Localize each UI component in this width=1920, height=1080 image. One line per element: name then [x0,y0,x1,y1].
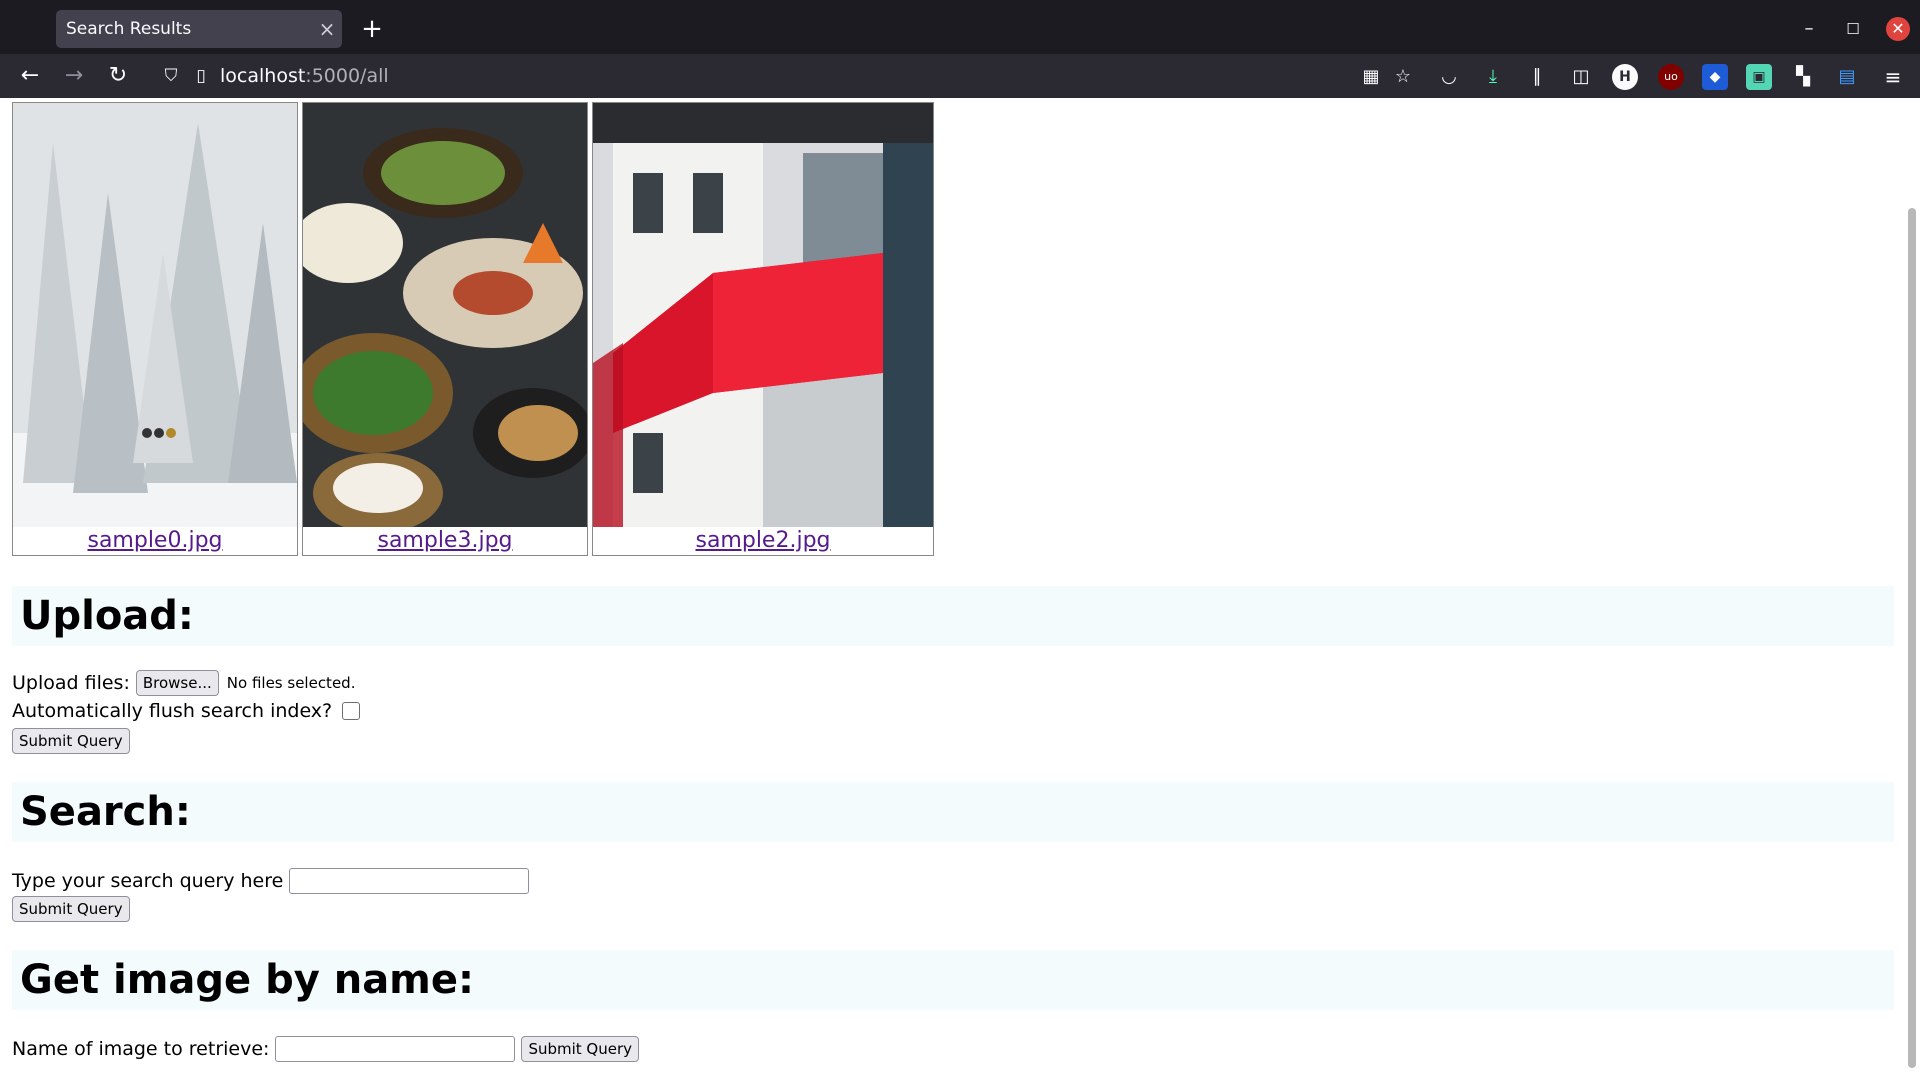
search-heading: Search: [20,789,191,835]
library-icon[interactable]: ∥ [1524,64,1550,90]
tab-title: Search Results [66,19,192,39]
flush-index-checkbox[interactable] [342,702,361,720]
minimize-button[interactable]: – [1792,12,1826,46]
tab-search-results[interactable]: Search Results × [56,10,342,48]
flush-index-row: Automatically flush search index? [12,700,361,722]
url-path: :5000/all [305,65,389,87]
gallery-card: sample0.jpg [12,102,298,556]
get-by-name-section-header: Get image by name: [12,950,1894,1010]
upload-submit-row: Submit Query [12,728,130,754]
upload-submit-button[interactable]: Submit Query [12,728,130,754]
window-close-button[interactable]: ✕ [1886,17,1910,41]
image-name-input[interactable] [275,1036,516,1062]
search-query-row: Type your search query here [12,868,530,894]
upload-heading: Upload: [20,593,194,639]
red-bridge-building-image[interactable] [593,103,933,527]
vertical-scrollbar[interactable] [1908,208,1916,1068]
upload-section-header: Upload: [12,586,1894,646]
maximize-button[interactable]: ☐ [1836,12,1870,46]
title-bar: Search Results × + – ☐ ✕ [0,0,1920,54]
tab-close-icon[interactable]: × [312,17,342,41]
image-link[interactable]: sample0.jpg [87,527,222,555]
gallery-card: sample3.jpg [302,102,588,556]
url-bar[interactable]: ⛉ ▯ localhost:5000/all [160,58,1410,94]
reload-button[interactable]: ↻ [102,60,134,92]
food-bowls-image[interactable] [303,103,587,527]
get-by-name-row: Name of image to retrieve: Submit Query [12,1036,640,1062]
back-button[interactable]: ← [14,60,46,92]
image-gallery: sample0.jpg sample3.jpg sample2.jpg [12,102,934,556]
browse-button[interactable]: Browse... [135,670,219,696]
shield-icon[interactable]: ⛉ [160,66,182,86]
image-name-label: Name of image to retrieve: [12,1038,270,1060]
save-extension-icon[interactable]: ▣ [1746,64,1772,90]
upload-files-label: Upload files: [12,672,130,694]
get-by-name-submit-button[interactable]: Submit Query [521,1036,640,1062]
gallery-card: sample2.jpg [592,102,934,556]
search-section-header: Search: [12,782,1894,842]
search-submit-button[interactable]: Submit Query [12,896,130,922]
forward-button[interactable]: → [58,60,90,92]
search-query-input[interactable] [289,868,530,894]
navigation-bar: ← → ↻ ⛉ ▯ localhost:5000/all ▦ ☆ ◡ ⤓ ∥ ◫… [0,54,1920,98]
bookmark-star-icon[interactable]: ☆ [1390,64,1416,90]
new-tab-button[interactable]: + [356,12,388,46]
image-link[interactable]: sample3.jpg [377,527,512,555]
profile-extension-icon[interactable]: ▤ [1834,64,1860,90]
no-files-text: No files selected. [226,674,356,692]
search-submit-row: Submit Query [12,896,130,922]
extensions-grid-icon[interactable]: ▚ [1790,64,1816,90]
extension-shield-icon[interactable]: ◆ [1702,64,1728,90]
snow-forest-image[interactable] [13,103,297,527]
flush-index-label: Automatically flush search index? [12,700,333,722]
pocket-icon[interactable]: ◡ [1436,64,1462,90]
hamburger-menu-icon[interactable]: ≡ [1880,64,1906,90]
page-viewport: sample0.jpg sample3.jpg sample2.jpg Uplo… [0,98,1920,1080]
ublock-icon[interactable]: uo [1658,64,1684,90]
upload-files-row: Upload files: Browse... No files selecte… [12,670,355,696]
download-icon[interactable]: ⤓ [1480,64,1506,90]
search-query-label: Type your search query here [12,870,284,892]
qr-code-icon[interactable]: ▦ [1358,64,1384,90]
page-icon[interactable]: ▯ [190,66,212,86]
sidebar-icon[interactable]: ◫ [1568,64,1594,90]
image-link[interactable]: sample2.jpg [695,527,830,555]
get-by-name-heading: Get image by name: [20,957,474,1003]
url-host: localhost [220,65,306,87]
extension-h-icon[interactable]: H [1612,64,1638,90]
